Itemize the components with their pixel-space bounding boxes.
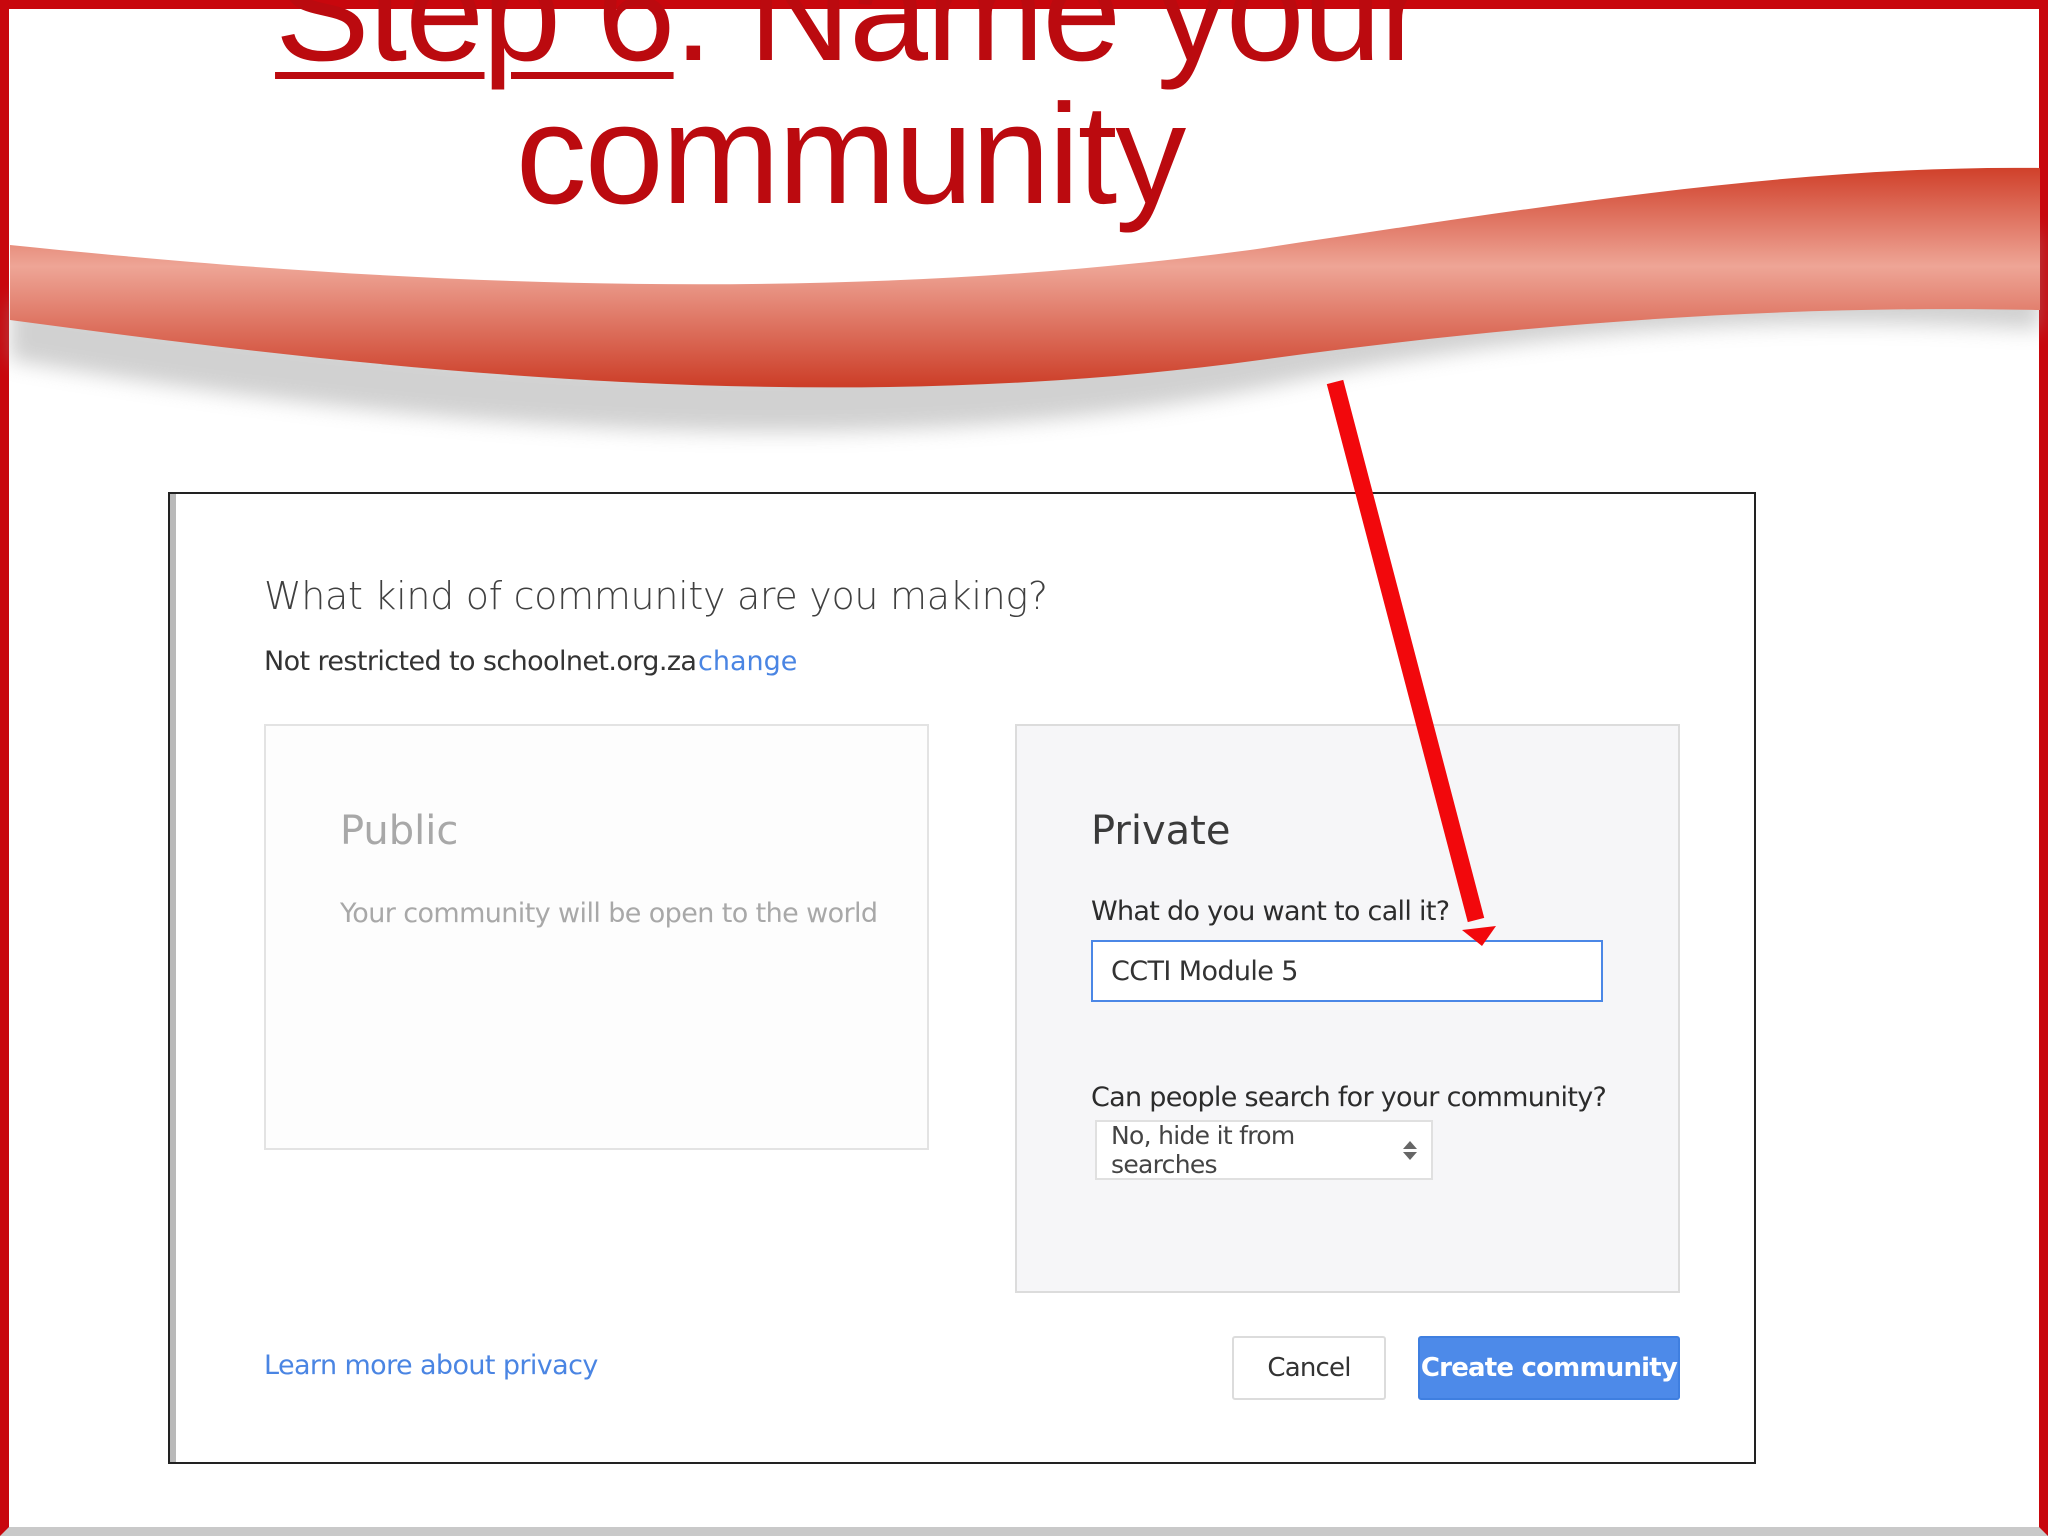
- public-description: Your community will be open to the world: [340, 898, 878, 929]
- public-title: Public: [340, 808, 459, 854]
- dialog-heading: What kind of community are you making?: [264, 574, 1048, 618]
- name-field-label: What do you want to call it?: [1091, 896, 1450, 927]
- community-name-input[interactable]: [1091, 940, 1603, 1002]
- private-option-panel[interactable]: Private What do you want to call it? Can…: [1015, 724, 1680, 1293]
- create-community-button[interactable]: Create community: [1418, 1336, 1680, 1400]
- search-field-label: Can people search for your community?: [1091, 1082, 1607, 1113]
- restriction-text: Not restricted to schoolnet.org.za: [264, 646, 697, 677]
- dialog-left-edge: [170, 494, 176, 1462]
- learn-privacy-link[interactable]: Learn more about privacy: [264, 1350, 598, 1381]
- search-select-value: No, hide it from searches: [1111, 1121, 1295, 1179]
- private-title: Private: [1091, 808, 1231, 854]
- community-dialog: What kind of community are you making? N…: [168, 492, 1756, 1464]
- public-option-panel[interactable]: Public Your community will be open to th…: [264, 724, 929, 1150]
- title-line-two: community: [515, 75, 1187, 234]
- cancel-button[interactable]: Cancel: [1232, 1336, 1386, 1400]
- search-visibility-select[interactable]: No, hide it from searches: [1095, 1120, 1433, 1180]
- change-link[interactable]: change: [698, 646, 797, 677]
- slide-title: Step 6: Name your community: [0, 0, 1700, 226]
- up-down-arrows-icon: [1403, 1140, 1417, 1160]
